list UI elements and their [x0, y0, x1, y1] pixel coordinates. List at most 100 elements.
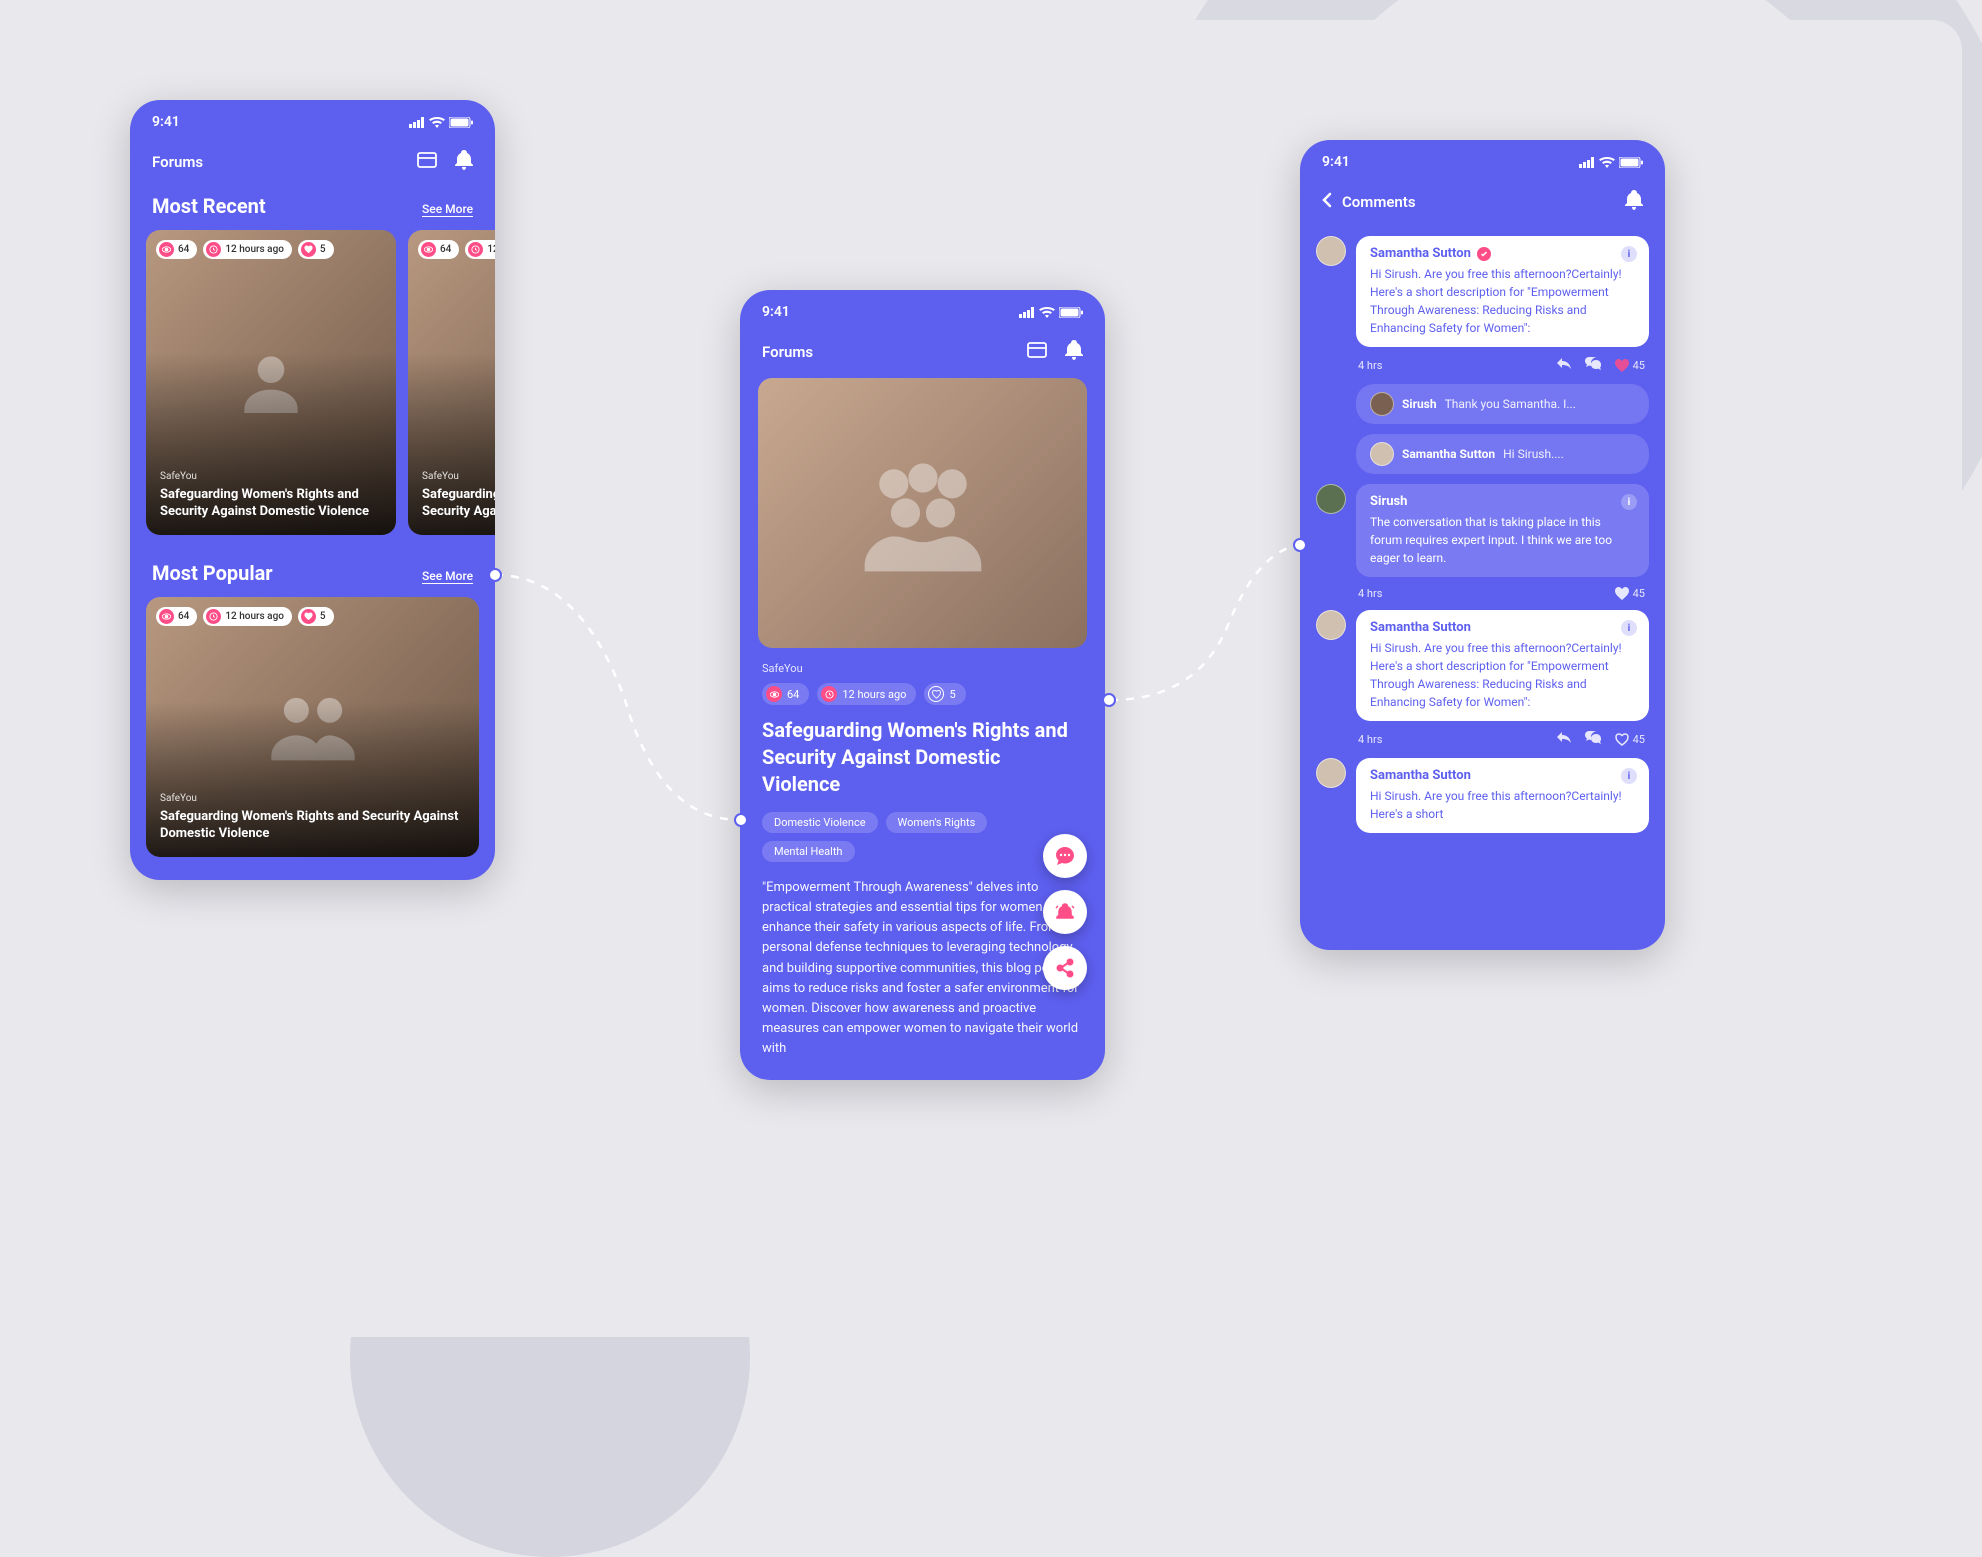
section-most-popular: Most Popular See More — [130, 555, 495, 597]
comment-footer: 4 hrs 45 — [1316, 731, 1649, 748]
tag[interactable]: Domestic Violence — [762, 812, 878, 833]
phone-forum-detail: 9:41 Forums SafeYou 64 12 hours ago 5 Sa… — [740, 290, 1105, 1080]
status-bar: 9:41 — [130, 100, 495, 140]
comment-footer: 4 hrs 45 — [1316, 587, 1649, 600]
info-icon[interactable]: i — [1621, 620, 1637, 636]
back-icon[interactable] — [1322, 192, 1332, 212]
detail-title: Safeguarding Women's Rights and Security… — [740, 717, 1105, 812]
like-icon[interactable]: 45 — [1615, 587, 1645, 600]
time-badge: 12 hours ago — [203, 240, 292, 259]
comment-text: Hi Sirush. Are you free this afternoon?C… — [1370, 639, 1635, 711]
bell-icon[interactable] — [1625, 190, 1643, 214]
tag[interactable]: Mental Health — [762, 841, 855, 862]
wifi-icon — [429, 117, 445, 128]
chat-fab[interactable] — [1043, 834, 1087, 878]
time-badge: 12 hours ago — [465, 240, 495, 259]
phone-comments: 9:41 Comments Samantha Sutton Hi Sirush.… — [1300, 140, 1665, 950]
reply-item[interactable]: Samantha Sutton Hi Sirush.... — [1356, 434, 1649, 474]
reply-icon[interactable] — [1557, 358, 1571, 373]
forum-card[interactable]: 64 12 hours ago SafeYou Safeguarding Wom… — [408, 230, 495, 535]
reply-text: Thank you Samantha. I... — [1445, 397, 1576, 411]
avatar — [1316, 484, 1346, 514]
info-icon[interactable]: i — [1621, 246, 1637, 262]
status-time: 9:41 — [1322, 154, 1350, 170]
reply-icon[interactable] — [1557, 732, 1571, 747]
battery-icon — [1619, 157, 1643, 168]
reply-text: Hi Sirush.... — [1503, 447, 1564, 461]
header-title: Forums — [762, 343, 813, 361]
signal-icon — [409, 117, 425, 128]
comment-item[interactable]: Samantha Sutton Hi Sirush. Are you free … — [1316, 610, 1649, 721]
likes-badge[interactable]: 5 — [924, 683, 965, 705]
see-more-link[interactable]: See More — [422, 202, 473, 217]
notify-fab[interactable] — [1043, 890, 1087, 934]
comment-item[interactable]: Samantha Sutton Hi Sirush. Are you free … — [1316, 236, 1649, 347]
avatar — [1370, 392, 1394, 416]
bell-icon[interactable] — [455, 150, 473, 174]
avatar — [1316, 236, 1346, 266]
comment-time: 4 hrs — [1358, 587, 1382, 600]
views-badge: 64 — [418, 240, 459, 259]
replies-icon[interactable] — [1585, 357, 1601, 374]
card-icon[interactable] — [417, 152, 437, 172]
connector-dot — [1102, 693, 1116, 707]
info-icon[interactable]: i — [1621, 768, 1637, 784]
phone-forums-list: 9:41 Forums Most Recent See More 64 12 h… — [130, 100, 495, 880]
reply-author: Samantha Sutton — [1402, 447, 1495, 461]
time-badge: 12 hours ago — [203, 607, 292, 626]
forum-card-popular[interactable]: 64 12 hours ago 5 SafeYou Safeguarding W… — [146, 597, 479, 857]
avatar — [1316, 758, 1346, 788]
views-badge: 64 — [156, 240, 197, 259]
status-bar: 9:41 — [740, 290, 1105, 330]
reply-item[interactable]: Sirush Thank you Samantha. I... — [1356, 384, 1649, 424]
detail-hero-image — [758, 378, 1087, 648]
like-icon[interactable]: 45 — [1615, 359, 1645, 372]
connector-dot — [734, 813, 748, 827]
status-time: 9:41 — [152, 114, 180, 130]
comment-author: Samantha Sutton — [1370, 246, 1635, 261]
card-title: Safeguarding Women's Rights and Security… — [160, 808, 465, 843]
connector-dot — [1293, 538, 1307, 552]
forum-card[interactable]: 64 12 hours ago 5 SafeYou Safeguarding W… — [146, 230, 396, 535]
card-icon[interactable] — [1027, 342, 1047, 362]
see-more-link[interactable]: See More — [422, 569, 473, 584]
avatar — [1316, 610, 1346, 640]
card-source: SafeYou — [422, 471, 495, 482]
tag[interactable]: Women's Rights — [886, 812, 988, 833]
design-canvas: 9:41 Forums Most Recent See More 64 12 h… — [20, 20, 1962, 1337]
card-title: Safeguarding Women's Rights and Security… — [160, 486, 382, 521]
header-title: Comments — [1342, 193, 1416, 211]
bell-icon[interactable] — [1065, 340, 1083, 364]
status-time: 9:41 — [762, 304, 790, 320]
like-icon[interactable]: 45 — [1615, 733, 1645, 746]
signal-icon — [1019, 307, 1035, 318]
comment-time: 4 hrs — [1358, 359, 1382, 372]
comment-author: Samantha Sutton — [1370, 768, 1635, 783]
comment-item[interactable]: Samantha Sutton Hi Sirush. Are you free … — [1316, 758, 1649, 833]
wifi-icon — [1039, 307, 1055, 318]
verified-icon — [1477, 247, 1491, 261]
header-title: Forums — [152, 153, 203, 171]
likes-badge: 5 — [298, 607, 334, 626]
info-icon[interactable]: i — [1621, 494, 1637, 510]
screen-header: Forums — [740, 330, 1105, 378]
comment-footer: 4 hrs 45 — [1316, 357, 1649, 374]
status-bar: 9:41 — [1300, 140, 1665, 180]
comment-text: The conversation that is taking place in… — [1370, 513, 1635, 567]
time-badge: 12 hours ago — [817, 683, 916, 705]
signal-icon — [1579, 157, 1595, 168]
detail-source: SafeYou — [740, 648, 1105, 683]
connector-dot — [488, 568, 502, 582]
section-label: Most Recent — [152, 194, 266, 218]
screen-header: Comments — [1300, 180, 1665, 228]
share-fab[interactable] — [1043, 946, 1087, 990]
comment-text: Hi Sirush. Are you free this afternoon?C… — [1370, 265, 1635, 337]
replies-icon[interactable] — [1585, 731, 1601, 748]
views-badge: 64 — [156, 607, 197, 626]
battery-icon — [449, 117, 473, 128]
comment-item[interactable]: Sirush The conversation that is taking p… — [1316, 484, 1649, 577]
comment-author: Sirush — [1370, 494, 1635, 509]
comment-text: Hi Sirush. Are you free this afternoon?C… — [1370, 787, 1635, 823]
comment-time: 4 hrs — [1358, 733, 1382, 746]
comment-author: Samantha Sutton — [1370, 620, 1635, 635]
